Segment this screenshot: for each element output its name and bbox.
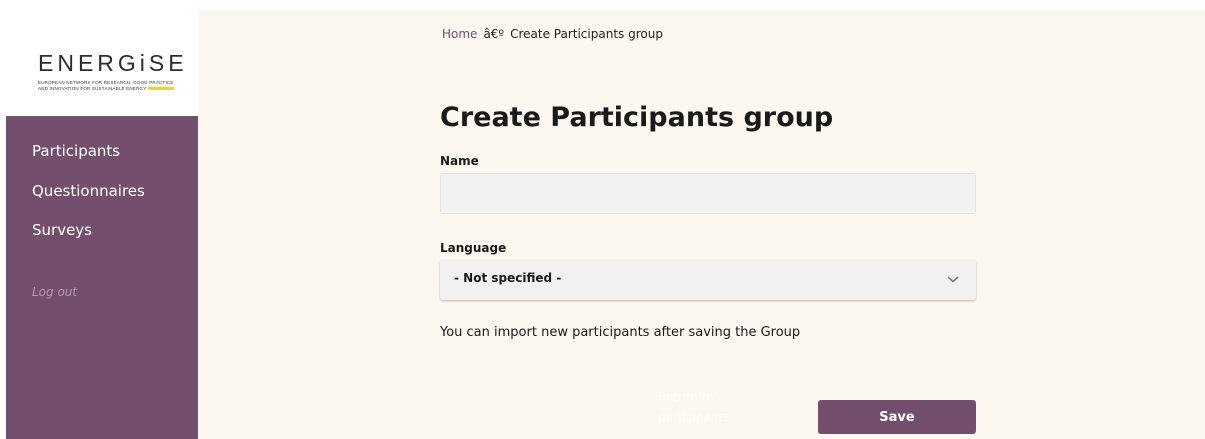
main-content: Home â€º Create Participants group Create …: [198, 10, 1205, 439]
logo-tagline-line2: AND INNOVATION FOR SUSTAINABLE ENERGY: [38, 86, 147, 91]
logo-highlight: [147, 87, 174, 91]
chevron-down-icon: [947, 276, 959, 283]
sidebar-item-participants[interactable]: Participants: [32, 142, 120, 160]
language-selected-value: - Not specified -: [454, 271, 562, 285]
sidebar-item-questionnaires[interactable]: Questionnaires: [32, 182, 145, 200]
logout-link[interactable]: Log out: [32, 285, 77, 299]
name-input[interactable]: [440, 173, 976, 214]
breadcrumb-current: Create Participants group: [510, 27, 663, 41]
name-label: Name: [440, 154, 479, 168]
logo[interactable]: ENERGiSE EUROPEAN NETWORK FOR RESEARCH, …: [6, 10, 198, 116]
language-label: Language: [440, 241, 507, 255]
breadcrumb: Home â€º Create Participants group: [442, 27, 663, 41]
breadcrumb-separator: â€º: [483, 27, 505, 41]
return-to-participants-link[interactable]: Return to participants: [658, 387, 748, 427]
save-button[interactable]: Save: [818, 400, 976, 434]
breadcrumb-home[interactable]: Home: [442, 27, 477, 41]
sidebar-item-surveys[interactable]: Surveys: [32, 221, 92, 239]
language-select[interactable]: - Not specified -: [440, 260, 976, 300]
logo-wordmark: ENERGiSE: [38, 50, 188, 76]
logo-tagline: EUROPEAN NETWORK FOR RESEARCH, GOOD PRAC…: [38, 80, 188, 92]
sidebar: Participants Questionnaires Surveys Log …: [6, 116, 198, 439]
top-strip: [0, 0, 1205, 10]
page-title: Create Participants group: [440, 102, 834, 133]
import-info-text: You can import new participants after sa…: [440, 325, 801, 340]
